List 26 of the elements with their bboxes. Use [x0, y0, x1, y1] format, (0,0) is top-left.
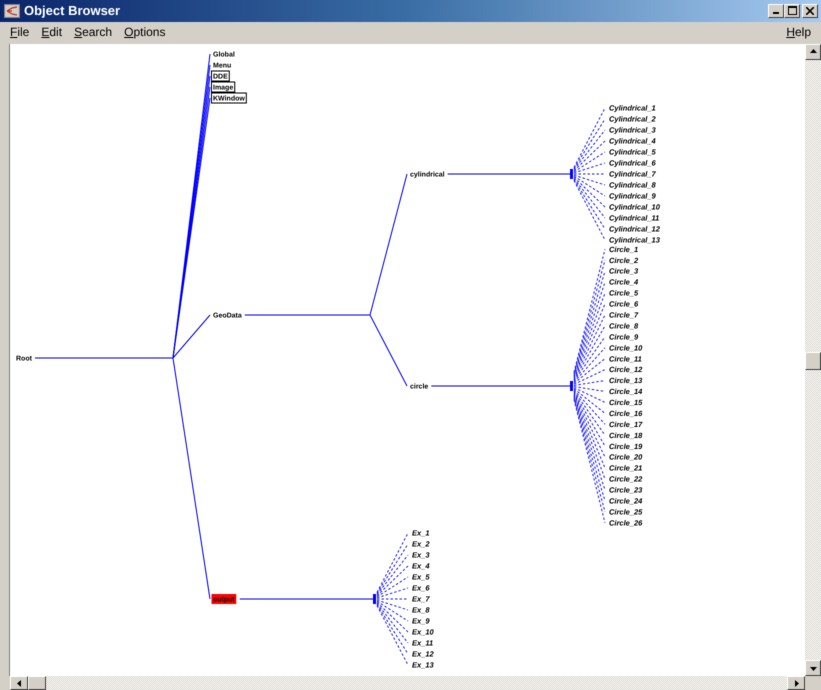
close-button[interactable]: [802, 4, 818, 18]
menu-item[interactable]: Options: [118, 24, 172, 39]
triangle-arrow-icon: [792, 680, 800, 686]
junction-mark: [373, 594, 376, 604]
triangle-arrow-icon: [810, 664, 816, 672]
window-title: Object Browser: [24, 3, 122, 18]
menu-item[interactable]: Help: [780, 24, 817, 39]
scroll-left-button[interactable]: [10, 676, 28, 690]
maximize-icon: [788, 6, 796, 16]
junction-mark: [570, 380, 573, 391]
menu-item[interactable]: Edit: [35, 24, 68, 39]
minimize-button[interactable]: [768, 4, 784, 18]
triangle-arrow-icon: [810, 48, 816, 56]
maximize-button[interactable]: [784, 4, 800, 18]
scroll-right-button[interactable]: [787, 676, 805, 690]
minimize-icon: [773, 12, 779, 14]
scroll-down-button[interactable]: [805, 660, 821, 676]
scroll-thumb[interactable]: [28, 676, 46, 690]
scroll-up-button[interactable]: [805, 44, 821, 60]
menu-item[interactable]: File: [4, 24, 36, 39]
app-icon: [4, 4, 20, 18]
scroll-thumb[interactable]: [805, 352, 821, 370]
junction-mark: [570, 168, 573, 179]
triangle-arrow-icon: [16, 680, 22, 686]
menu-item[interactable]: Search: [68, 24, 118, 39]
close-icon: [806, 6, 814, 15]
